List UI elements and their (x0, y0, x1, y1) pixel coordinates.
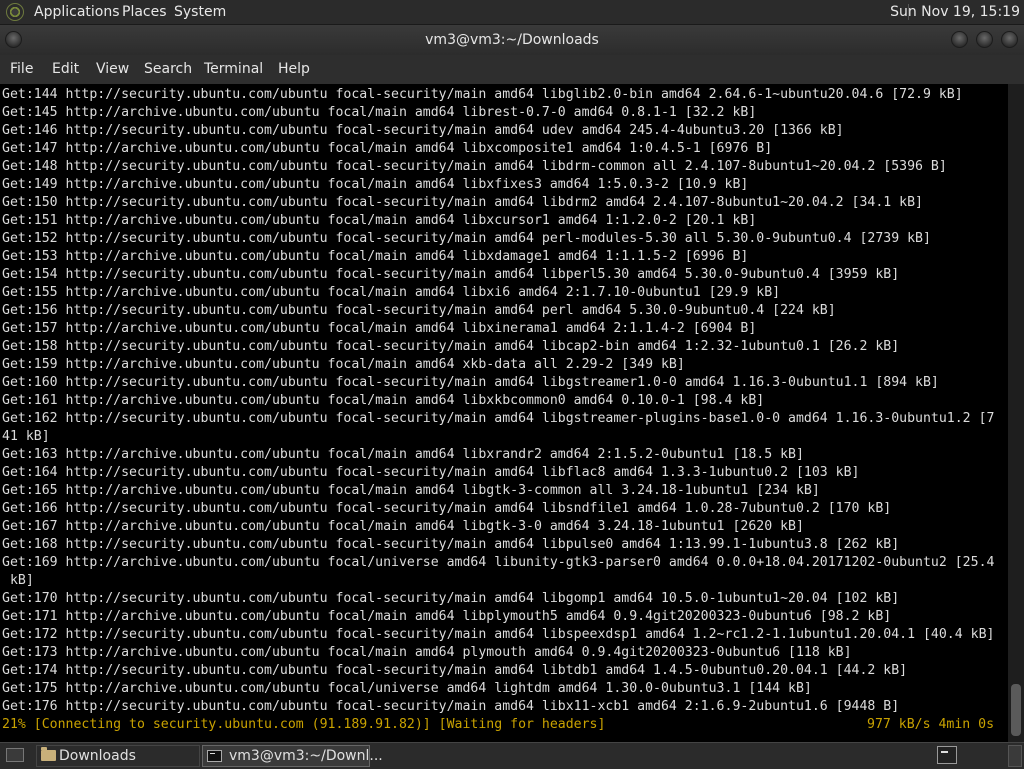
taskbar-item-label: vm3@vm3:~/Downl... (229, 748, 383, 764)
terminal-line: Get:174 http://security.ubuntu.com/ubunt… (2, 663, 908, 678)
terminal-line: Get:167 http://archive.ubuntu.com/ubuntu… (2, 519, 804, 534)
menu-file[interactable]: File (10, 61, 33, 77)
terminal-line: Get:161 http://archive.ubuntu.com/ubuntu… (2, 393, 765, 408)
terminal-line: kB] (2, 573, 34, 588)
terminal-line: Get:170 http://security.ubuntu.com/ubunt… (2, 591, 900, 606)
terminal-line: Get:144 http://security.ubuntu.com/ubunt… (2, 87, 963, 102)
terminal-line: Get:162 http://security.ubuntu.com/ubunt… (2, 411, 995, 426)
close-button[interactable] (1001, 31, 1018, 48)
menu-view[interactable]: View (96, 61, 129, 77)
taskbar-item-terminal[interactable]: vm3@vm3:~/Downl... (202, 745, 383, 767)
terminal-line: Get:147 http://archive.ubuntu.com/ubuntu… (2, 141, 773, 156)
menu-edit[interactable]: Edit (52, 61, 79, 77)
terminal-line: Get:152 http://security.ubuntu.com/ubunt… (2, 231, 931, 246)
taskbar-item-label: Downloads (59, 748, 136, 764)
terminal-line: Get:175 http://archive.ubuntu.com/ubuntu… (2, 681, 812, 696)
terminal-line: Get:149 http://archive.ubuntu.com/ubuntu… (2, 177, 749, 192)
terminal-scrollbar[interactable] (1008, 84, 1024, 742)
menu-help[interactable]: Help (278, 61, 310, 77)
terminal-menubar: File Edit View Search Terminal Help (0, 55, 1024, 84)
terminal-line: Get:154 http://security.ubuntu.com/ubunt… (2, 267, 900, 282)
window-titlebar[interactable]: vm3@vm3:~/Downloads (0, 25, 1024, 55)
distro-logo-icon[interactable] (6, 3, 24, 21)
terminal-line: Get:168 http://security.ubuntu.com/ubunt… (2, 537, 900, 552)
taskbar-item-downloads[interactable]: Downloads (36, 745, 200, 767)
terminal-line: Get:164 http://security.ubuntu.com/ubunt… (2, 465, 860, 480)
folder-icon (41, 747, 56, 761)
terminal-output[interactable]: Get:144 http://security.ubuntu.com/ubunt… (0, 84, 1008, 742)
bottom-panel: Downloads vm3@vm3:~/Downl... (0, 742, 1024, 769)
terminal-line: Get:151 http://archive.ubuntu.com/ubuntu… (2, 213, 757, 228)
terminal-line: Get:160 http://security.ubuntu.com/ubunt… (2, 375, 939, 390)
terminal-line: Get:148 http://security.ubuntu.com/ubunt… (2, 159, 947, 174)
minimize-button[interactable] (951, 31, 968, 48)
progress-status-left: 21% [Connecting to security.ubuntu.com (… (2, 717, 606, 732)
terminal-line: Get:166 http://security.ubuntu.com/ubunt… (2, 501, 892, 516)
scrollbar-thumb[interactable] (1011, 684, 1021, 736)
terminal-line: Get:150 http://security.ubuntu.com/ubunt… (2, 195, 923, 210)
menu-search[interactable]: Search (144, 61, 192, 77)
applications-menu[interactable]: Applications (34, 4, 120, 20)
terminal-line: Get:176 http://security.ubuntu.com/ubunt… (2, 699, 900, 714)
terminal-line: Get:145 http://archive.ubuntu.com/ubuntu… (2, 105, 757, 120)
workspace-switcher[interactable] (1008, 745, 1022, 767)
terminal-text: Get:144 http://security.ubuntu.com/ubunt… (2, 86, 994, 734)
terminal-line: Get:163 http://archive.ubuntu.com/ubuntu… (2, 447, 804, 462)
terminal-line: Get:155 http://archive.ubuntu.com/ubuntu… (2, 285, 781, 300)
terminal-line: Get:157 http://archive.ubuntu.com/ubuntu… (2, 321, 757, 336)
clock[interactable]: Sun Nov 19, 15:19 (890, 4, 1020, 20)
terminal-line: Get:153 http://archive.ubuntu.com/ubuntu… (2, 249, 749, 264)
menu-terminal[interactable]: Terminal (204, 61, 263, 77)
terminal-line: Get:172 http://security.ubuntu.com/ubunt… (2, 627, 995, 642)
system-menu[interactable]: System (174, 4, 226, 20)
terminal-line: Get:158 http://security.ubuntu.com/ubunt… (2, 339, 900, 354)
terminal-line: Get:165 http://archive.ubuntu.com/ubuntu… (2, 483, 820, 498)
terminal-tray-icon[interactable] (937, 746, 957, 764)
terminal-line: Get:159 http://archive.ubuntu.com/ubuntu… (2, 357, 685, 372)
window-title: vm3@vm3:~/Downloads (425, 32, 599, 48)
terminal-line: Get:146 http://security.ubuntu.com/ubunt… (2, 123, 844, 138)
terminal-line: Get:169 http://archive.ubuntu.com/ubuntu… (2, 555, 995, 570)
terminal-icon (207, 750, 222, 762)
show-desktop-icon[interactable] (6, 748, 24, 762)
progress-status-line: 21% [Connecting to security.ubuntu.com (… (2, 716, 994, 734)
terminal-line: Get:156 http://security.ubuntu.com/ubunt… (2, 303, 836, 318)
terminal-line: 41 kB] (2, 429, 50, 444)
top-panel: Applications Places System Sun Nov 19, 1… (0, 0, 1024, 25)
terminal-line: Get:171 http://archive.ubuntu.com/ubuntu… (2, 609, 892, 624)
maximize-button[interactable] (976, 31, 993, 48)
terminal-line: Get:173 http://archive.ubuntu.com/ubuntu… (2, 645, 852, 660)
places-menu[interactable]: Places (122, 4, 167, 20)
download-speed-eta: 977 kB/s 4min 0s (867, 717, 995, 732)
